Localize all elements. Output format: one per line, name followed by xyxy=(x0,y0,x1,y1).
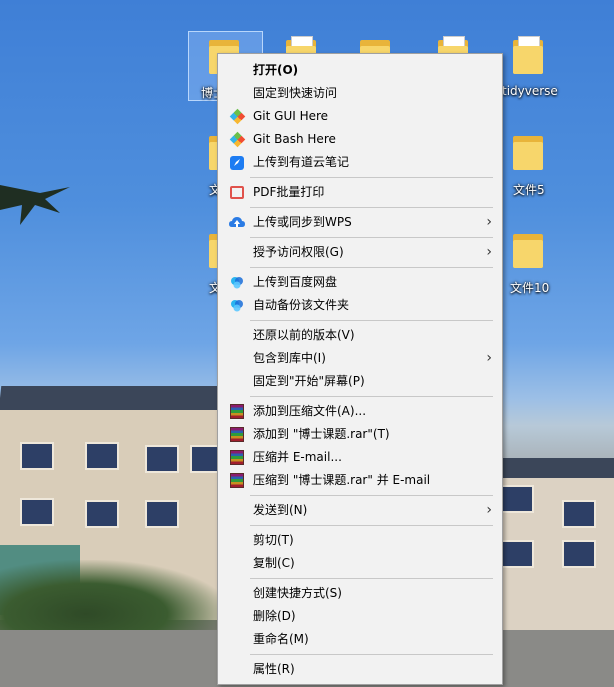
desktop-icon-label[interactable]: 文件10 xyxy=(510,279,549,296)
menu-item-label: 属性(R) xyxy=(253,662,295,676)
menu-separator xyxy=(250,396,493,397)
menu-item-label: PDF批量打印 xyxy=(253,185,325,199)
menu-item-add-to-rar[interactable]: 添加到 "博士课题.rar"(T) xyxy=(220,423,500,445)
menu-separator xyxy=(250,177,493,178)
menu-item-baidu-upload[interactable]: 上传到百度网盘 xyxy=(220,271,500,293)
winrar-icon xyxy=(229,473,245,488)
submenu-arrow-icon: › xyxy=(486,244,492,260)
menu-item-label: 上传或同步到WPS xyxy=(253,215,352,229)
winrar-icon xyxy=(229,404,245,419)
submenu-arrow-icon: › xyxy=(486,502,492,518)
menu-item-add-archive[interactable]: 添加到压缩文件(A)... xyxy=(220,400,500,422)
menu-item-label: 授予访问权限(G) xyxy=(253,245,344,259)
menu-item-label: 添加到压缩文件(A)... xyxy=(253,404,367,418)
desktop-icon-label[interactable]: 文件5 xyxy=(513,181,545,198)
menu-item-pin-quick-access[interactable]: 固定到快速访问 xyxy=(220,82,500,104)
menu-item-compress-rar-email[interactable]: 压缩到 "博士课题.rar" 并 E-mail xyxy=(220,469,500,491)
menu-item-compress-email[interactable]: 压缩并 E-mail... xyxy=(220,446,500,468)
context-menu: 打开(O) 固定到快速访问 Git GUI Here Git Bash Here… xyxy=(217,53,503,685)
menu-item-restore-versions[interactable]: 还原以前的版本(V) xyxy=(220,324,500,346)
winrar-icon xyxy=(229,450,245,465)
menu-item-label: 固定到"开始"屏幕(P) xyxy=(253,374,365,388)
menu-item-label: 删除(D) xyxy=(253,609,296,623)
menu-item-label: 自动备份该文件夹 xyxy=(253,298,350,312)
menu-item-git-gui[interactable]: Git GUI Here xyxy=(220,105,500,127)
building-right xyxy=(492,458,614,630)
menu-item-label: Git GUI Here xyxy=(253,109,329,123)
tree-silhouette xyxy=(0,185,70,225)
menu-item-label: 重命名(M) xyxy=(253,632,309,646)
menu-item-pin-start[interactable]: 固定到"开始"屏幕(P) xyxy=(220,370,500,392)
youdao-note-icon xyxy=(229,155,245,170)
menu-item-label: 还原以前的版本(V) xyxy=(253,328,355,342)
menu-separator xyxy=(250,525,493,526)
menu-item-create-shortcut[interactable]: 创建快捷方式(S) xyxy=(220,582,500,604)
menu-item-delete[interactable]: 删除(D) xyxy=(220,605,500,627)
menu-item-youdao-note[interactable]: 上传到有道云笔记 xyxy=(220,151,500,173)
menu-item-cut[interactable]: 剪切(T) xyxy=(220,529,500,551)
menu-item-open[interactable]: 打开(O) xyxy=(220,59,500,81)
menu-item-pdf-print[interactable]: PDF批量打印 xyxy=(220,181,500,203)
printer-icon xyxy=(229,185,245,200)
menu-item-auto-backup[interactable]: 自动备份该文件夹 xyxy=(220,294,500,316)
folder-icon[interactable] xyxy=(513,132,543,170)
menu-item-label: 复制(C) xyxy=(253,556,295,570)
menu-item-send-to[interactable]: 发送到(N) › xyxy=(220,499,500,521)
menu-item-label: 添加到 "博士课题.rar"(T) xyxy=(253,427,390,441)
baidu-netdisk-icon xyxy=(229,298,245,313)
menu-item-label: 压缩到 "博士课题.rar" 并 E-mail xyxy=(253,473,431,487)
menu-item-label: 上传到百度网盘 xyxy=(253,275,338,289)
menu-item-label: 包含到库中(I) xyxy=(253,351,326,365)
menu-item-properties[interactable]: 属性(R) xyxy=(220,658,500,680)
menu-item-include-library[interactable]: 包含到库中(I) › xyxy=(220,347,500,369)
baidu-netdisk-icon xyxy=(229,275,245,290)
desktop: 博士 tidyverse 文 文件5 文 文件10 打开(O) 固定到快速访问 xyxy=(0,0,614,687)
folder-icon[interactable] xyxy=(513,230,543,268)
menu-item-git-bash[interactable]: Git Bash Here xyxy=(220,128,500,150)
menu-item-label: 上传到有道云笔记 xyxy=(253,155,350,169)
submenu-arrow-icon: › xyxy=(486,214,492,230)
menu-separator xyxy=(250,578,493,579)
menu-item-copy[interactable]: 复制(C) xyxy=(220,552,500,574)
menu-item-wps-sync[interactable]: 上传或同步到WPS › xyxy=(220,211,500,233)
winrar-icon xyxy=(229,427,245,442)
git-icon xyxy=(229,131,246,148)
wps-cloud-icon xyxy=(229,215,245,230)
menu-item-rename[interactable]: 重命名(M) xyxy=(220,628,500,650)
submenu-arrow-icon: › xyxy=(486,350,492,366)
menu-separator xyxy=(250,207,493,208)
menu-item-label: 打开(O) xyxy=(253,63,299,77)
menu-item-label: 创建快捷方式(S) xyxy=(253,586,342,600)
menu-separator xyxy=(250,654,493,655)
menu-separator xyxy=(250,267,493,268)
menu-item-label: 剪切(T) xyxy=(253,533,294,547)
menu-item-grant-access[interactable]: 授予访问权限(G) › xyxy=(220,241,500,263)
menu-separator xyxy=(250,320,493,321)
folder-icon[interactable] xyxy=(513,36,543,74)
menu-separator xyxy=(250,495,493,496)
menu-item-label: 发送到(N) xyxy=(253,503,308,517)
menu-separator xyxy=(250,237,493,238)
menu-item-label: Git Bash Here xyxy=(253,132,336,146)
desktop-icon-label[interactable]: tidyverse xyxy=(502,84,558,98)
menu-item-label: 固定到快速访问 xyxy=(253,86,338,100)
git-icon xyxy=(229,108,246,125)
menu-item-label: 压缩并 E-mail... xyxy=(253,450,342,464)
